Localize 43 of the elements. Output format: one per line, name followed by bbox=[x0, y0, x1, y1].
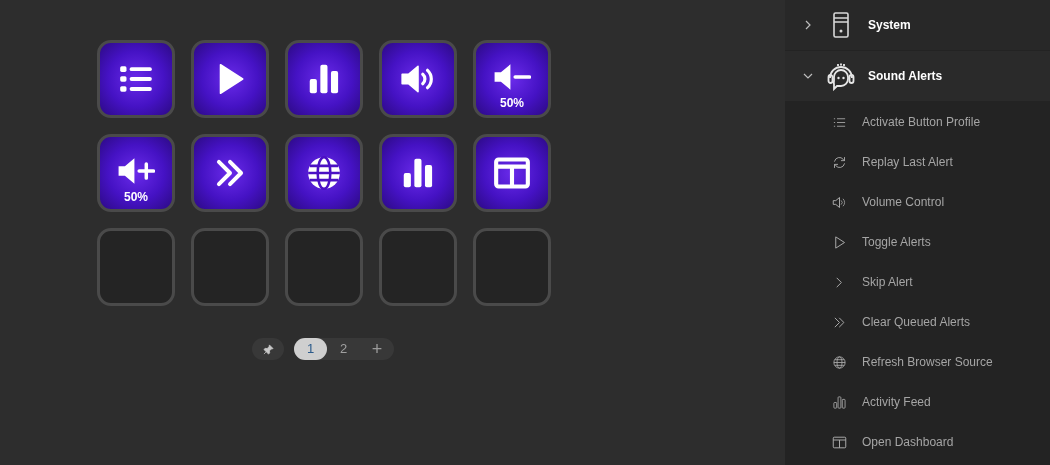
pin-icon bbox=[262, 343, 274, 355]
category-title: Sound Alerts bbox=[868, 68, 943, 85]
action-key[interactable] bbox=[379, 40, 457, 118]
action-list-item[interactable]: Open Dashboard bbox=[785, 422, 1050, 462]
action-list-item[interactable]: Replay Last Alert bbox=[785, 142, 1050, 182]
globe-icon bbox=[832, 354, 847, 370]
play-icon bbox=[832, 234, 847, 250]
globe-icon bbox=[305, 154, 343, 192]
chevron-down-icon bbox=[803, 71, 813, 81]
category-header[interactable]: Sound Alerts bbox=[785, 51, 1050, 101]
add-page-button[interactable]: + bbox=[360, 338, 394, 360]
speaker-icon bbox=[832, 194, 847, 210]
action-key[interactable] bbox=[473, 134, 551, 212]
category-header[interactable]: System bbox=[785, 0, 1050, 50]
headphones-chat-icon bbox=[826, 61, 856, 91]
action-list-item[interactable]: Skip Alert bbox=[785, 262, 1050, 302]
action-key[interactable] bbox=[191, 40, 269, 118]
key-label: 50% bbox=[500, 96, 524, 109]
layout-icon bbox=[832, 434, 847, 450]
layout-icon bbox=[493, 154, 531, 192]
pin-button[interactable] bbox=[252, 338, 284, 360]
key-label: 50% bbox=[124, 190, 148, 203]
action-key[interactable] bbox=[379, 134, 457, 212]
action-list-item[interactable]: Refresh Browser Source bbox=[785, 342, 1050, 382]
action-list-item[interactable]: Activity Feed bbox=[785, 382, 1050, 422]
action-list-item[interactable]: Clear Queued Alerts bbox=[785, 302, 1050, 342]
chevron-right-icon bbox=[803, 20, 813, 30]
action-key[interactable]: 50% bbox=[97, 134, 175, 212]
action-list-item[interactable]: Toggle Alerts bbox=[785, 222, 1050, 262]
page-tab[interactable]: 1 bbox=[294, 338, 327, 360]
category-title: System bbox=[868, 17, 911, 34]
action-list-item[interactable]: Volume Control bbox=[785, 182, 1050, 222]
page-tab[interactable]: 2 bbox=[327, 338, 360, 360]
bar-chart-icon bbox=[832, 394, 847, 410]
action-key[interactable] bbox=[191, 134, 269, 212]
replay-icon bbox=[832, 154, 847, 170]
action-list-item[interactable]: Activate Button Profile bbox=[785, 102, 1050, 142]
action-key[interactable]: 50% bbox=[473, 40, 551, 118]
action-key[interactable] bbox=[97, 40, 175, 118]
double-chevron-icon bbox=[832, 314, 847, 330]
computer-tower-icon bbox=[833, 12, 849, 38]
action-key[interactable] bbox=[285, 40, 363, 118]
action-key[interactable] bbox=[285, 134, 363, 212]
